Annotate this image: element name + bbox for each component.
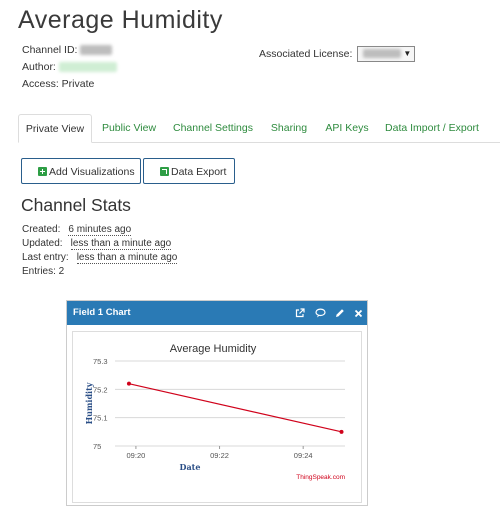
- tab-api-keys[interactable]: API Keys: [322, 114, 372, 142]
- y-tick-label: 75: [93, 442, 101, 451]
- y-tick-label: 75.2: [93, 385, 108, 394]
- stat-created: Created: 6 minutes ago: [22, 224, 132, 236]
- tab-sharing[interactable]: Sharing: [264, 114, 314, 142]
- license-select[interactable]: ▼: [357, 46, 416, 62]
- tab-private-view[interactable]: Private View: [18, 114, 92, 143]
- thingspeak-credit: ThingSpeak.com: [296, 474, 345, 481]
- add-visualizations-button[interactable]: Add Visualizations: [21, 158, 141, 184]
- x-tick-label: 09:20: [127, 451, 146, 460]
- stat-updated: Updated: less than a minute ago: [22, 238, 172, 250]
- access-row: Access: Private: [22, 78, 95, 90]
- license-value-redacted: [363, 49, 402, 58]
- y-tick-label: 75.3: [93, 357, 108, 366]
- stat-last-entry: Last entry: less than a minute ago: [22, 252, 178, 264]
- humidity-line-chart: Average Humidity 75 75.1 75.2 75.3 09:20 09:22…: [84, 343, 345, 481]
- stat-entries: Entries: 2: [22, 266, 65, 277]
- created-value: 6 minutes ago: [68, 224, 132, 236]
- author-row: Author:: [22, 61, 117, 73]
- x-tick-label: 09:24: [294, 451, 313, 460]
- last-entry-value: less than a minute ago: [76, 252, 178, 264]
- tab-channel-settings[interactable]: Channel Settings: [170, 114, 256, 142]
- author-link-redacted[interactable]: [58, 62, 117, 73]
- channel-id-row: Channel ID:: [22, 44, 113, 56]
- field-1-chart-panel: Field 1 Chart Average Humidity 75 75.1 75.2…: [66, 300, 368, 506]
- tab-public-view[interactable]: Public View: [96, 114, 162, 142]
- chart-panel-title: Field 1 Chart: [73, 307, 131, 318]
- channel-id-label: Channel ID:: [22, 44, 78, 56]
- data-point: [126, 381, 131, 386]
- channel-tabs: Private View Public View Channel Setting…: [18, 114, 500, 143]
- data-export-button[interactable]: Data Export: [143, 158, 235, 184]
- plus-icon: [38, 167, 47, 176]
- pencil-icon[interactable]: [335, 301, 345, 327]
- export-icon: [160, 167, 169, 176]
- comment-icon[interactable]: [315, 301, 326, 327]
- close-icon[interactable]: [354, 301, 363, 327]
- chart-plot-area: Average Humidity 75 75.1 75.2 75.3 09:20 09:22…: [72, 331, 362, 503]
- y-tick-label: 75.1: [93, 414, 108, 423]
- data-point: [339, 429, 344, 434]
- x-tick-label: 09:22: [210, 451, 229, 460]
- tab-data-import-export[interactable]: Data Import / Export: [382, 114, 482, 142]
- page-title: Average Humidity: [18, 6, 223, 34]
- channel-id-value-redacted: [80, 45, 113, 56]
- license-label: Associated License:: [259, 47, 353, 60]
- updated-value: less than a minute ago: [70, 238, 172, 250]
- associated-license: Associated License: ▼: [259, 46, 416, 62]
- external-link-icon[interactable]: [295, 301, 305, 327]
- y-axis-label: Humidity: [84, 382, 94, 424]
- series-line: [128, 383, 342, 433]
- channel-stats-heading: Channel Stats: [21, 195, 131, 215]
- author-label: Author:: [22, 61, 56, 73]
- chart-panel-header: Field 1 Chart: [67, 301, 367, 325]
- chevron-down-icon: ▼: [403, 49, 412, 58]
- x-axis-label: Date: [180, 462, 201, 472]
- chart-title: Average Humidity: [170, 343, 257, 355]
